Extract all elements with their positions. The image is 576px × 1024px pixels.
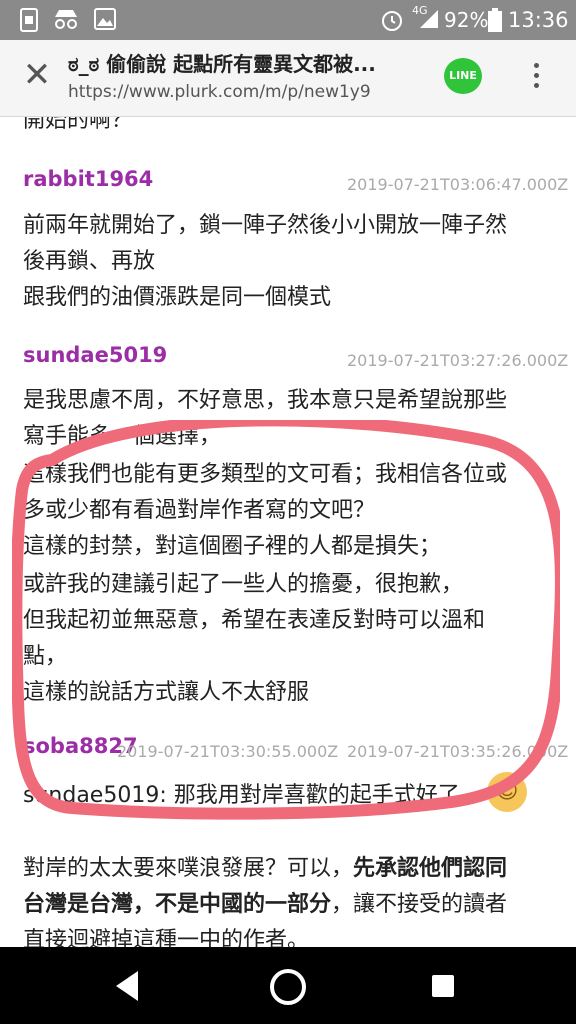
overflow-menu-icon[interactable] xyxy=(530,60,542,96)
alarm-icon xyxy=(380,8,404,37)
status-bar: 4G 92% 13:36 xyxy=(0,0,576,40)
signal-icon xyxy=(418,8,440,35)
battery-icon xyxy=(488,8,502,37)
partial-text: 開始的啊？ xyxy=(23,117,134,133)
battery-percent: 92% xyxy=(444,8,489,32)
close-icon[interactable]: ✕ xyxy=(20,58,54,92)
timestamp: 2019-07-21T03:27:26.000Z xyxy=(347,351,569,370)
response-line: 直接迴避掉這種一中的作者。 xyxy=(23,928,310,947)
response-line: 後再鎖、再放 xyxy=(23,249,156,274)
sim-icon xyxy=(20,8,38,37)
page-url[interactable]: https://www.plurk.com/m/p/new1y9 xyxy=(68,82,371,102)
back-icon[interactable] xyxy=(112,969,142,1007)
username[interactable]: sundae5019 xyxy=(23,343,167,367)
page-title: ಠ_ಠ 偷偷說 起點所有靈異文都被... xyxy=(68,52,376,76)
highlight-circle-annotation xyxy=(12,420,560,820)
username[interactable]: rabbit1964 xyxy=(23,167,153,191)
custom-tab-toolbar: ✕ ಠ_ಠ 偷偷說 起點所有靈異文都被... https://www.plurk… xyxy=(0,40,576,117)
home-icon[interactable] xyxy=(268,967,308,1011)
timestamp: 2019-07-21T03:06:47.000Z xyxy=(347,175,569,194)
line-share-button[interactable]: LINE xyxy=(444,58,482,94)
response-line: 前兩年就開始了，鎖一陣子然後小小開放一陣子然 xyxy=(23,213,508,238)
response-line: 台灣是台灣，不是中國的一部分，讓不接受的讀者 xyxy=(23,892,508,917)
response-line: 跟我們的油價漲跌是同一個模式 xyxy=(23,285,332,310)
clock: 13:36 xyxy=(508,8,569,32)
gallery-icon xyxy=(94,8,116,35)
response-line: 是我思慮不周，不好意思，我本意只是希望說那些 xyxy=(23,388,508,413)
recents-icon[interactable] xyxy=(430,973,456,1003)
incognito-icon xyxy=(52,8,80,35)
plurk-responses: 開始的啊？ rabbit1964 2019-07-21T03:06:47.000… xyxy=(0,117,576,947)
response-line: 對岸的太太要來噗浪發展？可以，先承認他們認同 xyxy=(23,856,508,881)
android-nav-bar xyxy=(0,947,576,1024)
